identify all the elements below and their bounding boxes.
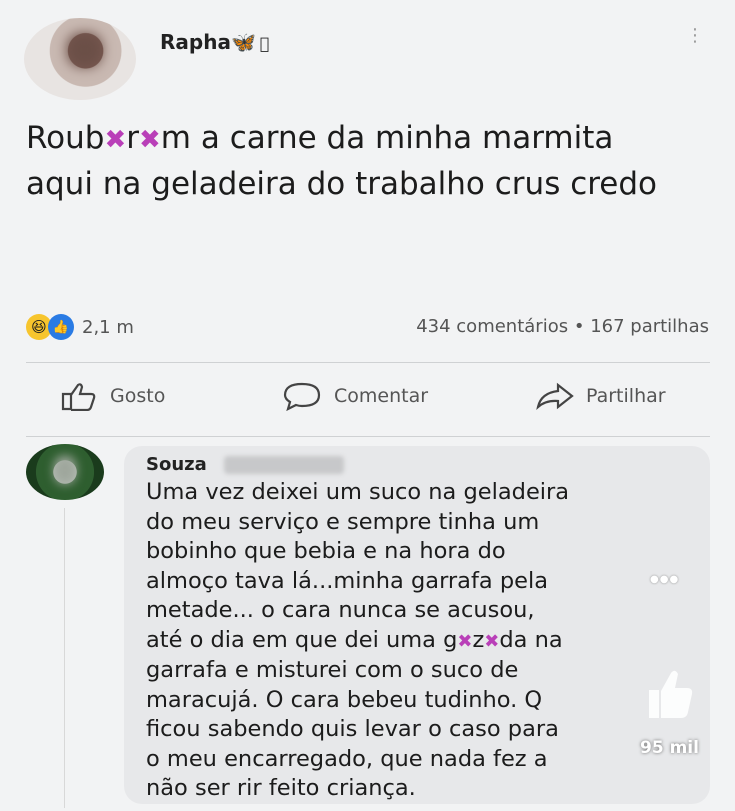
overlay-thumbs-up-icon[interactable] [645,664,695,724]
censor-mark-icon: ✖ [457,630,473,652]
apple-icon:  [260,34,270,53]
comment-bubble-icon [283,382,321,411]
reaction-count: 2,1 m [82,316,134,338]
like-reaction-icon: 👍 [48,314,74,340]
overlay-like-count: 95 mil [640,738,699,758]
butterfly-icon: 🦋 [230,30,256,54]
comment-line: bobinho que bebia e na hora do [146,538,506,564]
share-label: Partilhar [586,385,666,407]
more-options-icon[interactable]: ⋮ [686,27,704,45]
post-author-name[interactable]: Rapha🦋 [160,30,269,54]
reactions-summary[interactable]: 😆 👍 2,1 m [26,312,134,342]
comment-line: do meu serviço e sempre tinha um [146,508,540,535]
comment-line: não ser rir feito criança. [146,775,416,801]
author-name-text: Rapha [160,30,231,54]
thumbs-up-icon [61,383,96,411]
post-text: Roub✖r✖m a carne da minha marmita aqui n… [26,120,658,202]
commenter-avatar[interactable] [26,444,104,500]
comment-line: Uma vez deixei um suco na geladeira [146,479,570,505]
comment-line: almoço tava lá...minha garrafa pela [146,567,548,594]
comment-line: o meu encarregado, que nada fez a [146,745,548,772]
comment-label: Comentar [334,385,429,407]
comment-text: Uma vez deixei um suco na geladeira do m… [146,478,706,804]
redacted-name [224,456,344,474]
like-label: Gosto [110,385,166,407]
share-button[interactable]: Partilhar [534,370,666,422]
stats-separator: • [573,316,585,337]
divider [26,436,710,437]
share-arrow-icon [536,382,574,411]
comment-line: garrafa e misturei com o suco de [146,657,519,683]
divider [26,362,710,363]
shares-count-link[interactable]: 167 partilhas [590,316,709,337]
comment-line: ficou sabendo quis levar o caso para [146,716,559,742]
comment-line: metade... o cara nunca se acusou, [146,597,535,623]
overlay-more-icon[interactable]: ●●● [650,574,679,585]
comment-button[interactable]: Comentar [282,370,428,422]
comments-count-link[interactable]: 434 comentários [416,316,568,337]
comment-line: até o dia em que dei uma g✖z✖da na [146,626,563,653]
censor-mark-icon: ✖ [139,125,161,155]
censor-mark-icon: ✖ [104,125,127,155]
commenter-name[interactable]: Souza [146,454,207,475]
censor-mark-icon: ✖ [484,630,500,652]
like-button[interactable]: Gosto [60,370,165,422]
post-author-avatar[interactable] [24,18,136,100]
comment-thread-line [64,508,65,808]
post-action-bar: Gosto Comentar Partilhar [0,370,735,422]
post-stats: 434 comentários • 167 partilhas [416,316,709,337]
comment-line: maracujá. O cara bebeu tudinho. Q [146,686,543,713]
